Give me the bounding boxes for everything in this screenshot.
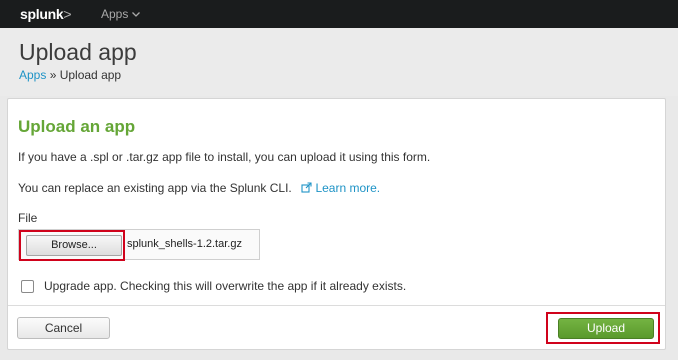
cli-text: You can replace an existing app via the … (18, 181, 292, 195)
breadcrumb-apps-link[interactable]: Apps (19, 68, 46, 82)
breadcrumb: Apps » Upload app (19, 68, 121, 82)
learn-more-link[interactable]: Learn more. (301, 181, 380, 195)
page-title: Upload app (19, 39, 137, 65)
breadcrumb-current: Upload app (59, 68, 122, 82)
cancel-button[interactable]: Cancel (17, 317, 110, 339)
browse-button[interactable]: Browse... (26, 235, 122, 256)
splunk-logo[interactable]: splunk> (20, 6, 72, 22)
upload-highlight-box: Upload (546, 312, 660, 344)
apps-menu[interactable]: Apps (101, 7, 141, 21)
page-header: Upload app Apps » Upload app (0, 28, 678, 96)
cli-text-row: You can replace an existing app via the … (18, 181, 380, 195)
logo-text: splunk (20, 6, 64, 22)
upgrade-option: Upgrade app. Checking this will overwrit… (21, 279, 406, 293)
external-link-icon (301, 182, 312, 193)
upload-app-panel: Upload an app If you have a .spl or .tar… (7, 98, 666, 350)
intro-text: If you have a .spl or .tar.gz app file t… (18, 150, 431, 164)
browse-highlight-box: Browse... (19, 230, 125, 261)
selected-file-name: splunk_shells-1.2.tar.gz (127, 238, 242, 250)
file-label: File (18, 211, 38, 225)
learn-more-label: Learn more. (315, 181, 381, 195)
top-navigation-bar: splunk> Apps (0, 0, 678, 28)
apps-menu-label: Apps (101, 7, 129, 21)
panel-title: Upload an app (18, 117, 136, 136)
upload-button[interactable]: Upload (558, 318, 654, 339)
breadcrumb-separator: » (46, 68, 60, 82)
chevron-down-icon (132, 12, 141, 17)
upgrade-label[interactable]: Upgrade app. Checking this will overwrit… (44, 279, 406, 293)
logo-suffix: > (63, 6, 72, 22)
upgrade-checkbox[interactable] (21, 279, 34, 293)
file-input[interactable]: Browse... splunk_shells-1.2.tar.gz (18, 229, 260, 261)
footer-divider (8, 305, 665, 306)
